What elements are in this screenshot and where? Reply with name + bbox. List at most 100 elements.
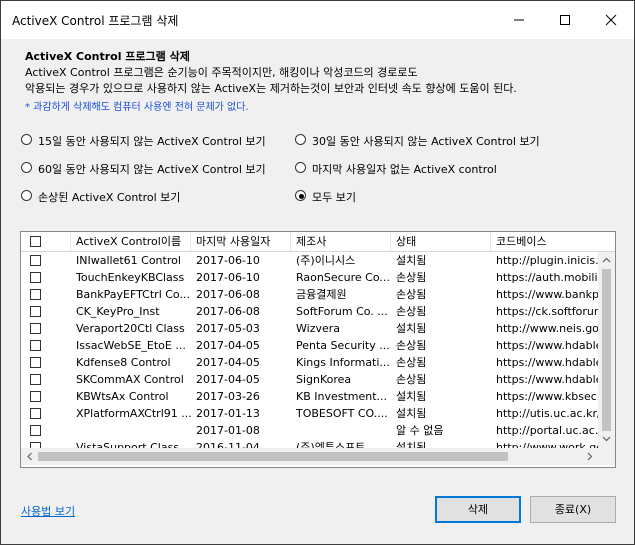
cell-name: BankPayEFTCtrl Co...	[76, 288, 190, 301]
cell-maker: (주)엠투소프트	[296, 441, 366, 448]
cell-date: 2017-04-05	[196, 339, 260, 352]
dialog-content: ActiveX Control 프로그램 삭제 ActiveX Control …	[1, 39, 634, 544]
cell-date: 2017-01-13	[196, 407, 260, 420]
table-row[interactable]: CK_KeyPro_Inst 2017-06-08 SoftForum Co. ..…	[21, 303, 598, 320]
row-checkbox[interactable]	[30, 391, 41, 402]
cell-maker: TOBESOFT CO....	[296, 407, 388, 420]
column-header-codebase[interactable]: 코드베이스	[491, 232, 615, 251]
cell-date: 2017-06-10	[196, 254, 260, 267]
list-rows: INIwallet61 Control 2017-06-10 (주)이니시스 설치됨 h…	[21, 252, 598, 448]
radio-label: 모두 보기	[312, 191, 356, 204]
cell-name: VistaSupport Class	[76, 441, 180, 448]
cell-date: 2017-06-10	[196, 271, 260, 284]
cell-codebase: http://portal.uc.ac.kr	[496, 424, 598, 437]
table-row[interactable]: TouchEnkeyKBClass 2017-06-10 RaonSecure Co…	[21, 269, 598, 286]
cell-date: 2017-04-05	[196, 373, 260, 386]
list-header: ActiveX Control이름 마지막 사용일자 제조사 상태 코드베이스	[21, 232, 615, 252]
cell-name: XPlatformAXCtrl91 ...	[76, 407, 191, 420]
table-row[interactable]: VistaSupport Class 2016-11-04 (주)엠투소프트 설치됨 h…	[21, 439, 598, 448]
cell-status: 알 수 없음	[396, 424, 444, 437]
row-checkbox[interactable]	[30, 425, 41, 436]
cell-name: KBWtsAx Control	[76, 390, 169, 403]
close-icon	[605, 14, 617, 26]
cell-date: 2017-05-03	[196, 322, 260, 335]
table-row[interactable]: INIwallet61 Control 2017-06-10 (주)이니시스 설치됨 h…	[21, 252, 598, 269]
cell-codebase: https://www.bankpa	[496, 288, 598, 301]
table-row[interactable]: SKCommAX Control 2017-04-05 SignKorea 손상됨 ht…	[21, 371, 598, 388]
row-checkbox[interactable]	[30, 374, 41, 385]
cell-status: 손상됨	[396, 288, 427, 301]
cell-maker	[291, 422, 391, 439]
radio-circle	[21, 134, 32, 145]
row-checkbox[interactable]	[30, 357, 41, 368]
activex-list[interactable]: ActiveX Control이름 마지막 사용일자 제조사 상태 코드베이스 …	[20, 231, 616, 468]
column-header-last-used[interactable]: 마지막 사용일자	[191, 232, 291, 251]
table-row[interactable]: KBWtsAx Control 2017-03-26 KB Investment..…	[21, 388, 598, 405]
exit-button[interactable]: 종료(X)	[530, 496, 616, 523]
cell-status: 설치됨	[396, 407, 427, 420]
row-checkbox[interactable]	[30, 306, 41, 317]
window-title: ActiveX Control 프로그램 삭제	[12, 14, 179, 28]
select-all-checkbox[interactable]	[30, 236, 41, 247]
cell-name: IssacWebSE_EtoE ...	[76, 339, 186, 352]
cell-codebase: https://www.hdable.	[496, 356, 598, 369]
cell-name: Veraport20Ctl Class	[76, 322, 185, 335]
radio-circle	[21, 190, 32, 201]
radio-label: 마지막 사용일자 없는 ActiveX control	[312, 163, 497, 176]
table-row[interactable]: Veraport20Ctl Class 2017-05-03 Wizvera 설치됨 h…	[21, 320, 598, 337]
vertical-scrollbar[interactable]	[598, 252, 615, 448]
cell-status: 설치됨	[396, 322, 427, 335]
row-checkbox[interactable]	[30, 408, 41, 419]
row-checkbox[interactable]	[30, 272, 41, 283]
table-row[interactable]: BankPayEFTCtrl Co... 2017-06-08 금융결제원 손상됨 ht…	[21, 286, 598, 303]
vertical-scroll-thumb[interactable]	[602, 269, 611, 431]
cell-codebase: https://www.kbsec.co	[496, 390, 598, 403]
horizontal-scrollbar[interactable]	[21, 448, 598, 465]
cell-date: 2017-06-08	[196, 288, 260, 301]
scrollbar-corner	[598, 448, 615, 465]
column-header-name[interactable]: ActiveX Control이름	[71, 232, 191, 251]
cell-status: 손상됨	[396, 356, 427, 369]
scroll-left-button[interactable]	[21, 448, 38, 465]
close-button[interactable]	[588, 1, 634, 39]
cell-name	[71, 422, 191, 439]
radio-selected-dot	[299, 194, 304, 199]
main-window: ActiveX Control 프로그램 삭제 ActiveX Control …	[0, 0, 635, 545]
radio-label: 손상된 ActiveX Control 보기	[38, 191, 181, 204]
cell-date: 2016-11-04	[196, 441, 260, 448]
cell-maker: SoftForum Co. ...	[296, 305, 388, 318]
radio-label: 15일 동안 사용되지 않는 ActiveX Control 보기	[38, 135, 266, 148]
description-line-1: ActiveX Control 프로그램은 순기능이 주목적이지만, 해킹이나 …	[25, 66, 418, 79]
cell-codebase: http://utis.uc.ac.kr/x	[496, 407, 598, 420]
cell-status: 설치됨	[396, 441, 427, 448]
scroll-up-button[interactable]	[598, 252, 615, 269]
cell-codebase: http://www.work.go.	[496, 441, 598, 448]
table-row[interactable]: XPlatformAXCtrl91 ... 2017-01-13 TOBESOFT …	[21, 405, 598, 422]
cell-name: CK_KeyPro_Inst	[76, 305, 160, 318]
scroll-right-button[interactable]	[581, 448, 598, 465]
cell-maker: Penta Security ...	[296, 339, 390, 352]
table-row[interactable]: IssacWebSE_EtoE ... 2017-04-05 Penta Secur…	[21, 337, 598, 354]
table-row[interactable]: 2017-01-08 알 수 없음 http://portal.uc.ac.kr	[21, 422, 598, 439]
row-checkbox[interactable]	[30, 289, 41, 300]
cell-codebase: http://www.neis.go.k	[496, 322, 598, 335]
row-checkbox[interactable]	[30, 323, 41, 334]
scroll-down-button[interactable]	[598, 431, 615, 448]
delete-button[interactable]: 삭제	[435, 496, 521, 523]
horizontal-scroll-thumb[interactable]	[38, 452, 508, 461]
column-header-status[interactable]: 상태	[391, 232, 491, 251]
minimize-button[interactable]	[496, 1, 542, 39]
cell-date: 2017-01-08	[196, 424, 260, 437]
cell-status: 손상됨	[396, 339, 427, 352]
cell-date: 2017-03-26	[196, 390, 260, 403]
maximize-button[interactable]	[542, 1, 588, 39]
column-header-maker[interactable]: 제조사	[291, 232, 391, 251]
help-link[interactable]: 사용법 보기	[21, 503, 75, 519]
table-row[interactable]: Kdfense8 Control 2017-04-05 Kings Informat…	[21, 354, 598, 371]
title-bar[interactable]: ActiveX Control 프로그램 삭제	[1, 1, 634, 39]
cell-codebase: http://plugin.inicis.com	[496, 254, 598, 267]
chevron-right-icon	[587, 452, 593, 461]
row-checkbox[interactable]	[30, 255, 41, 266]
row-checkbox[interactable]	[30, 340, 41, 351]
radio-circle	[295, 190, 306, 201]
